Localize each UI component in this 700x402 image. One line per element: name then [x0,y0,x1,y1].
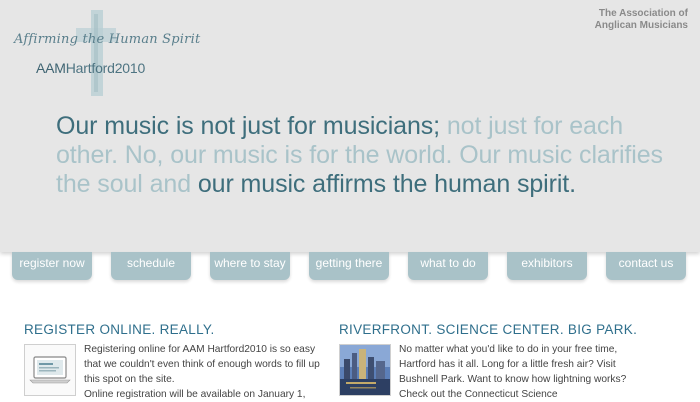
nav-exhibitors[interactable]: exhibitors [507,252,587,280]
quote-part-1: Our music is not just for musicians; [56,112,441,140]
register-paragraph-1: Registering online for AAM Hartford2010 … [84,344,320,385]
register-section: REGISTER ONLINE. REALLY. Registering onl… [24,322,324,400]
riverfront-thumbnail[interactable] [339,344,391,396]
logo-tagline: Affirming the Human Spirit [14,32,201,47]
nav-what-to-do[interactable]: what to do [408,252,488,280]
riverfront-text: No matter what you'd like to do in your … [399,342,644,402]
cross-logo-icon [76,10,116,96]
register-thumbnail[interactable] [24,344,76,396]
riverfront-paragraph-1: No matter what you'd like to do in your … [399,344,627,400]
quote-part-3: our music affirms the human spirit. [197,170,576,198]
nav-schedule[interactable]: schedule [111,252,191,280]
register-heading[interactable]: REGISTER ONLINE. REALLY. [24,322,324,337]
laptop-image-icon [29,356,71,384]
register-text: Registering online for AAM Hartford2010 … [84,342,329,402]
main-nav: register now schedule where to stay gett… [0,252,700,282]
nav-getting-there[interactable]: getting there [309,252,389,280]
riverfront-section: RIVERFRONT. SCIENCE CENTER. BIG PARK. No… [339,322,639,400]
site-header: Affirming the Human Spirit AAMHartford20… [0,0,700,252]
riverfront-heading[interactable]: RIVERFRONT. SCIENCE CENTER. BIG PARK. [339,322,639,337]
site-logo[interactable]: Affirming the Human Spirit AAMHartford20… [14,8,200,98]
association-name[interactable]: The Association of Anglican Musicians [595,8,688,32]
nav-contact-us[interactable]: contact us [606,252,686,280]
association-line-2: Anglican Musicians [594,20,688,31]
city-skyline-photo-icon [340,345,390,395]
logo-aam-text: AAM [36,60,66,76]
association-line-1: The Association of [598,8,688,19]
nav-where-to-stay[interactable]: where to stay [210,252,290,280]
nav-register-now[interactable]: register now [12,252,92,280]
hero-quote: Our music is not just for musicians; not… [56,112,686,199]
logo-hartford-text: Hartford2010 [65,60,146,76]
logo-event-name: AAMHartford2010 [36,60,145,76]
